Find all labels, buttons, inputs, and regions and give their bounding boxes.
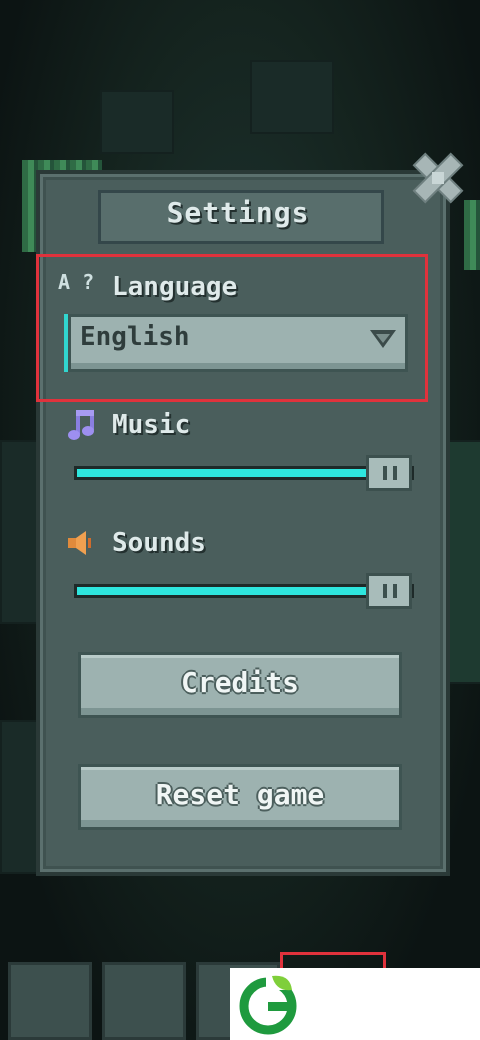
music-slider-thumb[interactable]: [366, 455, 412, 491]
sounds-label: Sounds: [112, 528, 206, 558]
watermark-logo-area: [230, 968, 480, 1040]
language-label: Language: [112, 272, 238, 302]
bottom-tab-1[interactable]: [8, 962, 92, 1040]
page-title: Settings: [166, 196, 310, 229]
background-stone: [250, 60, 334, 134]
bottom-tab-2[interactable]: [102, 962, 186, 1040]
foliage-right: [464, 200, 480, 270]
language-selected-value: English: [80, 322, 190, 352]
chevron-down-icon[interactable]: [368, 326, 398, 352]
music-label: Music: [112, 410, 191, 440]
sounds-slider-thumb[interactable]: [366, 573, 412, 609]
leaf-logo-icon: [239, 975, 297, 1035]
music-slider-fill: [77, 469, 377, 477]
translate-icon: A ?: [58, 270, 95, 294]
speaker-icon: [68, 531, 91, 555]
sounds-slider-fill: [77, 587, 377, 595]
background-stone: [0, 720, 40, 874]
credits-button[interactable]: Credits: [78, 652, 402, 718]
reset-game-button[interactable]: Reset game: [78, 764, 402, 830]
background-stone: [100, 90, 174, 154]
music-note-icon: [68, 410, 94, 440]
close-icon[interactable]: [408, 148, 468, 208]
